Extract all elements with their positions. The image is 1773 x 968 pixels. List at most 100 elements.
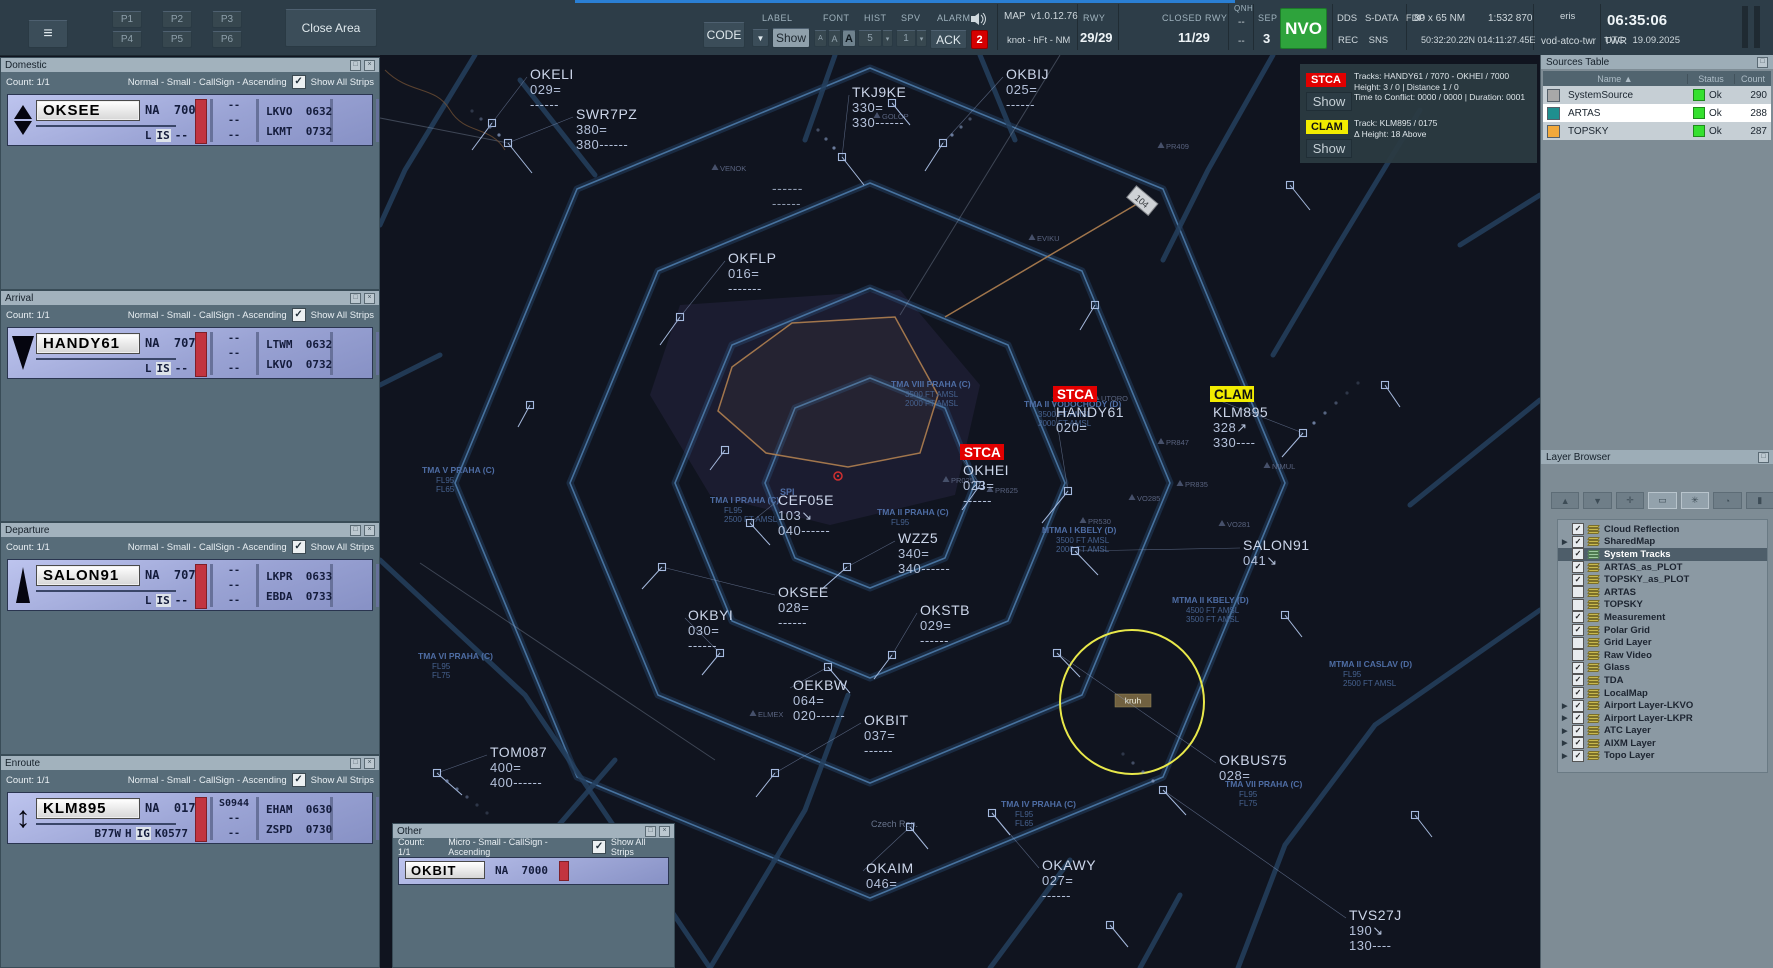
expand-arrow-icon[interactable]: ▶	[1562, 538, 1568, 546]
sort-arrow-icon[interactable]: ▲	[1624, 74, 1633, 84]
layer-item-artas[interactable]: ARTAS	[1558, 586, 1767, 599]
spv-select-arrow-icon[interactable]: ▾	[916, 30, 927, 47]
flight-strip-salon91[interactable]: SALON91NA 7072LIS---- -- --LKPR 0633 EBD…	[7, 559, 373, 611]
source-row-artas[interactable]: ARTASOk288	[1543, 104, 1771, 122]
layer-checkbox[interactable]: ✓	[1572, 548, 1584, 560]
sort-mode[interactable]: Micro - Small - CallSign - Ascending	[448, 837, 587, 857]
expand-arrow-icon[interactable]: ▶	[1562, 739, 1568, 747]
close-area-button[interactable]: Close Area	[285, 9, 377, 47]
expand-arrow-icon[interactable]: ▶	[1562, 727, 1568, 735]
collapse-icon[interactable]: □	[350, 293, 361, 304]
close-icon[interactable]: ×	[364, 525, 375, 536]
layer-checkbox[interactable]: ✓	[1572, 611, 1584, 623]
source-row-topsky[interactable]: TOPSKYOk287	[1543, 122, 1771, 140]
flight-strip-klm895[interactable]: ↕KLM895NA 0175B77WHIGK0577S0944 -- --EHA…	[7, 792, 373, 844]
hist-select[interactable]: 5	[858, 30, 882, 47]
sort-mode[interactable]: Normal - Small - CallSign - Ascending	[128, 775, 287, 786]
collapse-icon[interactable]: □	[350, 60, 361, 71]
layer-tool-2[interactable]: ✛	[1616, 492, 1644, 509]
strip-callsign[interactable]: OKBIT	[405, 861, 485, 879]
strip-callsign[interactable]: OKSEE	[36, 100, 140, 121]
collapse-icon[interactable]: □	[350, 525, 361, 536]
layer-item-cloud-reflection[interactable]: ✓Cloud Reflection	[1558, 523, 1767, 536]
layer-checkbox[interactable]: ✓	[1572, 536, 1584, 548]
close-icon[interactable]: ×	[364, 758, 375, 769]
layer-checkbox[interactable]: ✓	[1572, 662, 1584, 674]
position-button-p1[interactable]: P1	[112, 11, 142, 28]
layer-checkbox[interactable]: ✓	[1572, 725, 1584, 737]
expand-arrow-icon[interactable]: ▶	[1562, 702, 1568, 710]
sort-mode[interactable]: Normal - Small - CallSign - Ascending	[128, 542, 287, 553]
hist-select-arrow-icon[interactable]: ▾	[882, 30, 893, 47]
stca-show-button[interactable]: Show	[1306, 92, 1352, 111]
layer-item-measurement[interactable]: ✓Measurement	[1558, 611, 1767, 624]
layer-item-topo-layer[interactable]: ▶✓Topo Layer	[1558, 750, 1767, 763]
close-icon[interactable]: ×	[659, 826, 670, 837]
alarm-count-badge[interactable]: 2	[971, 30, 988, 49]
layer-checkbox[interactable]	[1572, 649, 1584, 661]
layer-checkbox[interactable]	[1572, 586, 1584, 598]
expand-arrow-icon[interactable]: ▶	[1562, 714, 1568, 722]
track--[interactable]: ------------	[772, 180, 803, 211]
layer-tool-5[interactable]: ◔	[1713, 492, 1741, 509]
layer-tool-4[interactable]: ✳	[1681, 492, 1709, 509]
sort-mode[interactable]: Normal - Small - CallSign - Ascending	[128, 77, 287, 88]
close-icon[interactable]: ×	[364, 293, 375, 304]
font-size-medium-button[interactable]: A	[828, 30, 841, 47]
layer-item-airport-layer-lkpr[interactable]: ▶✓Airport Layer-LKPR	[1558, 712, 1767, 725]
layer-checkbox[interactable]: ✓	[1572, 750, 1584, 762]
font-size-large-button[interactable]: A	[842, 30, 856, 47]
collapse-icon[interactable]: □	[1757, 57, 1768, 68]
position-button-p2[interactable]: P2	[162, 11, 192, 28]
layer-item-aixm-layer[interactable]: ▶✓AIXM Layer	[1558, 737, 1767, 750]
layer-item-sharedmap[interactable]: ▶✓SharedMap	[1558, 536, 1767, 549]
position-button-p4[interactable]: P4	[112, 31, 142, 48]
alarm-ack-button[interactable]: ACK	[930, 30, 967, 49]
layer-item-topsky-as-plot[interactable]: ✓TOPSKY_as_PLOT	[1558, 573, 1767, 586]
layer-checkbox[interactable]: ✓	[1572, 561, 1584, 573]
show-all-strips-checkbox[interactable]: ✓	[292, 773, 306, 787]
layer-item-raw-video[interactable]: Raw Video	[1558, 649, 1767, 662]
layer-item-tda[interactable]: ✓TDA	[1558, 674, 1767, 687]
layer-checkbox[interactable]: ✓	[1572, 674, 1584, 686]
collapse-icon[interactable]: □	[1758, 452, 1769, 463]
layer-item-topsky[interactable]: TOPSKY	[1558, 599, 1767, 612]
layer-checkbox[interactable]	[1572, 599, 1584, 611]
expand-arrow-icon[interactable]: ▶	[1562, 752, 1568, 760]
layer-item-localmap[interactable]: ✓LocalMap	[1558, 687, 1767, 700]
nvo-button[interactable]: NVO	[1280, 8, 1327, 49]
layer-checkbox[interactable]	[1572, 637, 1584, 649]
show-all-strips-checkbox[interactable]: ✓	[292, 308, 306, 322]
strip-callsign[interactable]: KLM895	[36, 798, 140, 819]
layer-checkbox[interactable]: ✓	[1572, 712, 1584, 724]
flight-strip-handy61[interactable]: HANDY61NA 7070LIS---- -- --LTWM 0632 LKV…	[7, 327, 373, 379]
menu-icon[interactable]: ≡	[28, 20, 68, 48]
layer-item-system-tracks[interactable]: ✓System Tracks	[1558, 548, 1767, 561]
collapse-icon[interactable]: □	[645, 826, 656, 837]
layer-checkbox[interactable]: ✓	[1572, 574, 1584, 586]
layer-item-artas-as-plot[interactable]: ✓ARTAS_as_PLOT	[1558, 561, 1767, 574]
show-all-strips-checkbox[interactable]: ✓	[292, 75, 306, 89]
other-strip-window[interactable]: Other □ × Count: 1/1 Micro - Small - Cal…	[392, 823, 675, 968]
collapse-icon[interactable]: □	[350, 758, 361, 769]
sort-mode[interactable]: Normal - Small - CallSign - Ascending	[128, 310, 287, 321]
strip-callsign[interactable]: SALON91	[36, 565, 140, 586]
layer-checkbox[interactable]: ✓	[1572, 687, 1584, 699]
layer-tool-3[interactable]: ▭	[1648, 492, 1676, 509]
show-all-strips-checkbox[interactable]: ✓	[592, 840, 606, 854]
flight-strip-okbit[interactable]: OKBIT NA 7000	[398, 857, 669, 885]
layer-checkbox[interactable]: ✓	[1572, 737, 1584, 749]
clam-show-button[interactable]: Show	[1306, 139, 1352, 158]
source-row-systemsource[interactable]: SystemSourceOk290	[1543, 86, 1771, 104]
layer-tool-1[interactable]: ▼	[1583, 492, 1611, 509]
layer-item-airport-layer-lkvo[interactable]: ▶✓Airport Layer-LKVO	[1558, 699, 1767, 712]
layer-item-grid-layer[interactable]: Grid Layer	[1558, 636, 1767, 649]
close-icon[interactable]: ×	[364, 60, 375, 71]
position-button-p6[interactable]: P6	[212, 31, 242, 48]
layer-item-glass[interactable]: ✓Glass	[1558, 662, 1767, 675]
layer-item-atc-layer[interactable]: ▶✓ATC Layer	[1558, 725, 1767, 738]
position-button-p3[interactable]: P3	[212, 11, 242, 28]
spv-select[interactable]: 1	[896, 30, 916, 47]
layer-checkbox[interactable]: ✓	[1572, 523, 1584, 535]
layer-checkbox[interactable]: ✓	[1572, 624, 1584, 636]
